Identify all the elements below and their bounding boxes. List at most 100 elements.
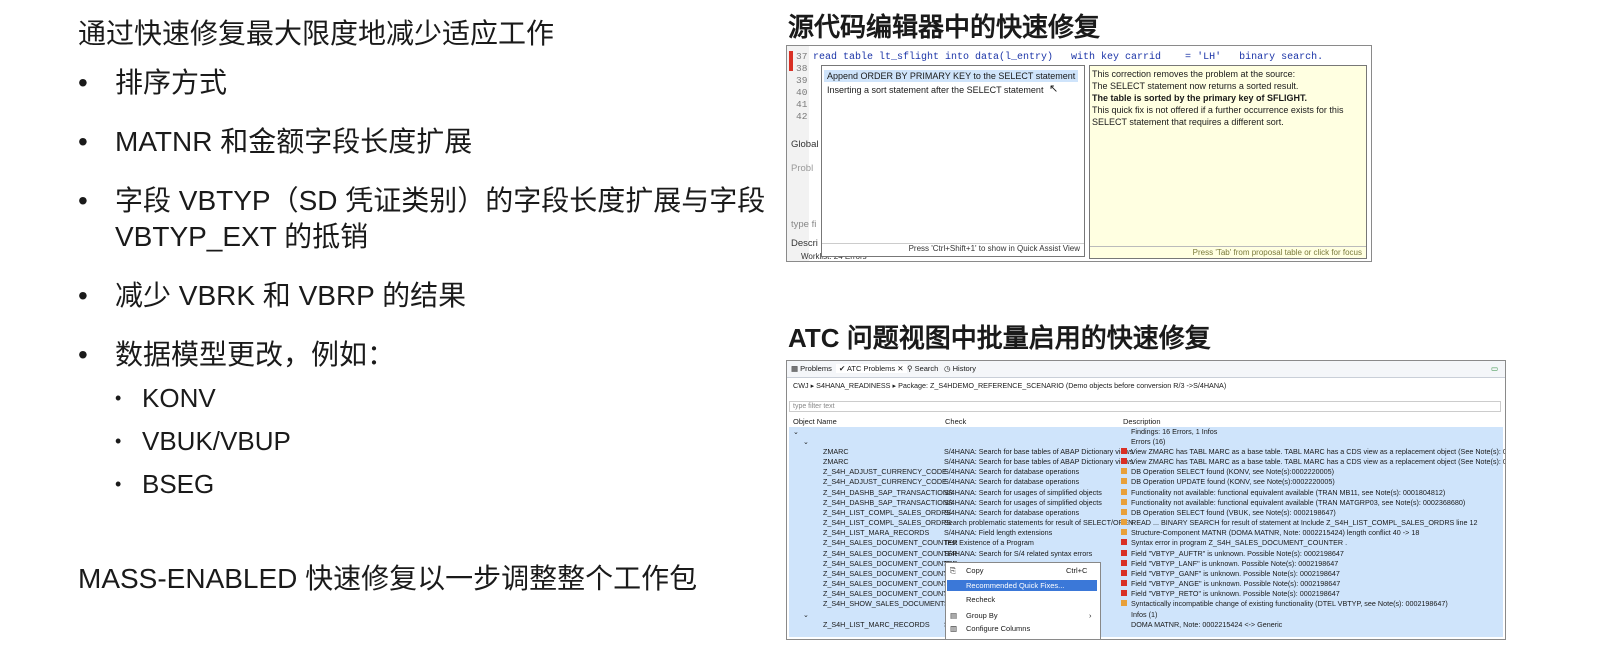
table-row-object[interactable]: Z_S4H_LIST_COMPL_SALES_ORDRS (823, 518, 951, 527)
table-row-check[interactable]: S/4HANA: Search for base tables of ABAP … (944, 457, 1133, 466)
problems-tab[interactable]: Probl (791, 163, 813, 174)
code-line[interactable]: read table lt_sflight into data(l_entry)… (813, 52, 1323, 63)
editor-screenshot: 37 38 39 40 41 42 read table lt_sflight … (786, 45, 1372, 262)
table-row-description[interactable]: Field "VBTYP_ANGE" is unknown. Possible … (1131, 579, 1340, 588)
menu-recommended-quick-fixes[interactable]: Recommended Quick Fixes... (966, 581, 1064, 590)
table-row-description[interactable]: Field "VBTYP_AUFTR" is unknown. Possible… (1131, 549, 1344, 558)
findings-summary: Findings: 16 Errors, 1 Infos (1131, 427, 1218, 436)
context-menu: ⎘ Copy Ctrl+C Recommended Quick Fixes...… (945, 562, 1101, 639)
maximize-icon[interactable]: ▭ (1491, 364, 1498, 373)
table-row-check[interactable]: S/4HANA: Field length extensions (944, 528, 1052, 537)
table-row-object[interactable]: Z_S4H_SALES_DOCUMENT_COUNTER (823, 559, 958, 568)
table-row-description[interactable]: View ZMARC has TABL MARC as a base table… (1131, 457, 1505, 466)
table-row-check[interactable]: S/4HANA: Search for usages of simplified… (944, 488, 1102, 497)
findings-table[interactable]: ⌄ Findings: 16 Errors, 1 Infos ⌄ Errors … (789, 427, 1505, 637)
table-row-object[interactable]: ZMARC (823, 457, 849, 466)
table-row-description[interactable]: DB Operation UPDATE found (KONV, see Not… (1131, 477, 1335, 486)
table-row-description[interactable]: DB Operation SELECT found (KONV, see Not… (1131, 467, 1334, 476)
table-row-description[interactable]: Field "VBTYP_RETO" is unknown. Possible … (1131, 589, 1340, 598)
line-number: 40 (796, 87, 808, 98)
mouse-cursor-icon: ↖ (1049, 83, 1059, 95)
table-row-check[interactable]: S/4HANA: Search for database operations (944, 508, 1079, 517)
info-row-description[interactable]: DOMA MATNR, Note: 0002215424 <-> Generic (1131, 620, 1282, 629)
table-row-description[interactable]: Field "VBTYP_LANF" is unknown. Possible … (1131, 559, 1338, 568)
severity-icon (1121, 590, 1127, 597)
severity-icon (1121, 458, 1127, 465)
table-row-check[interactable]: S/4HANA: Search for database operations (944, 477, 1079, 486)
quick-fix-info-popup: This correction removes the problem at t… (1089, 65, 1367, 259)
table-row-object[interactable]: Z_S4H_ADJUST_CURRENCY_CODE (823, 467, 947, 476)
filter-input[interactable]: type filter text (789, 401, 1501, 412)
tab-history[interactable]: ◷ History (944, 364, 976, 373)
chevron-down-icon[interactable]: ⌄ (803, 437, 809, 446)
bullet-item: 数据模型更改，例如： (78, 337, 778, 373)
info-line: This correction removes the problem at t… (1092, 69, 1296, 79)
bullet-item: 减少 VBRK 和 VBRP 的结果 (78, 278, 778, 314)
table-row-object[interactable]: Z_S4H_ADJUST_CURRENCY_CODE (823, 477, 947, 486)
info-line: The table is sorted by the primary key o… (1092, 93, 1308, 103)
table-row-description[interactable]: Functionality not available: functional … (1131, 498, 1465, 507)
menu-copy[interactable]: Copy (966, 566, 984, 575)
table-row-check[interactable]: Search problematic statements for result… (944, 518, 1133, 527)
table-row-object[interactable]: Z_S4H_SHOW_SALES_DOCUMENT (823, 599, 944, 608)
table-row-description[interactable]: READ ... BINARY SEARCH for result of sta… (1131, 518, 1477, 527)
description-column: Descri (791, 238, 818, 249)
error-marker-icon (789, 51, 793, 71)
severity-icon (1121, 498, 1127, 505)
tab-atc-problems[interactable]: ✔ ATC Problems ✕ (836, 364, 907, 373)
table-row-object[interactable]: Z_S4H_SALES_DOCUMENT_COUNTER (823, 589, 958, 598)
proposal-order-by[interactable]: Append ORDER BY PRIMARY KEY to the SELEC… (824, 70, 1079, 82)
table-row-check[interactable]: S/4HANA: Search for database operations (944, 467, 1079, 476)
table-row-description[interactable]: Syntax error in program Z_S4H_SALES_DOCU… (1131, 538, 1347, 547)
column-object-name[interactable]: Object Name (793, 417, 837, 426)
menu-recheck[interactable]: Recheck (966, 595, 995, 604)
tab-search[interactable]: ⚲ Search (907, 364, 938, 373)
table-row-check[interactable]: S/4HANA: Search for usages of simplified… (944, 498, 1102, 507)
line-number: 38 (796, 63, 808, 74)
editor-heading: 源代码编辑器中的快速修复 (788, 12, 1101, 42)
left-title: 通过快速修复最大限度地减少适应工作 (78, 18, 555, 49)
table-row-description[interactable]: Syntactically incompatible change of exi… (1131, 599, 1448, 608)
info-row-object[interactable]: Z_S4H_LIST_MARC_RECORDS (823, 620, 930, 629)
menu-group-by[interactable]: Group By (966, 611, 998, 620)
infos-group: Infos (1) (1131, 610, 1158, 619)
table-row-object[interactable]: ZMARC (823, 447, 849, 456)
atc-icon: ✔ (839, 364, 847, 373)
info-line: The SELECT statement now returns a sorte… (1092, 81, 1299, 91)
table-row-object[interactable]: Z_S4H_DASHB_SAP_TRANSACTIONS (823, 488, 953, 497)
column-description[interactable]: Description (1123, 417, 1161, 426)
table-row-object[interactable]: Z_S4H_LIST_MARA_RECORDS (823, 528, 929, 537)
table-row-object[interactable]: Z_S4H_DASHB_SAP_TRANSACTIONS (823, 498, 953, 507)
breadcrumb[interactable]: CWJ ▸ S4HANA_READINESS ▸ Package: Z_S4HD… (793, 381, 1226, 390)
table-row-object[interactable]: Z_S4H_LIST_COMPL_SALES_ORDRS (823, 508, 951, 517)
filter-input[interactable]: type fi (791, 219, 816, 230)
bullet-item: 排序方式 (78, 65, 778, 101)
table-row-description[interactable]: View ZMARC has TABL MARC as a base table… (1131, 447, 1505, 456)
chevron-down-icon[interactable]: ⌄ (793, 427, 799, 436)
copy-shortcut: Ctrl+C (1066, 566, 1088, 575)
tab-problems[interactable]: ▦ Problems (791, 364, 832, 373)
table-row-check[interactable]: S/4HANA: Search for S/4 related syntax e… (944, 549, 1092, 558)
table-row-object[interactable]: Z_S4H_SALES_DOCUMENT_COUNTER (823, 549, 958, 558)
table-row-description[interactable]: Field "VBTYP_GANF" is unknown. Possible … (1131, 569, 1340, 578)
menu-configure-columns[interactable]: Configure Columns (966, 624, 1030, 633)
table-row-check[interactable]: Test Existence of a Program (944, 538, 1034, 547)
severity-icon (1121, 600, 1127, 607)
severity-icon (1121, 549, 1127, 556)
severity-icon (1121, 448, 1127, 454)
table-row-object[interactable]: Z_S4H_SALES_DOCUMENT_COUNTER (823, 579, 958, 588)
bullet-list: 排序方式 MATNR 和金额字段长度扩展 字段 VBTYP（SD 凭证类别）的字… (78, 65, 778, 510)
table-row-description[interactable]: Functionality not available: functional … (1131, 488, 1445, 497)
chevron-down-icon[interactable]: ⌄ (803, 610, 809, 619)
errors-group: Errors (16) (1131, 437, 1166, 446)
table-row-description[interactable]: DB Operation SELECT found (VBUK, see Not… (1131, 508, 1336, 517)
column-check[interactable]: Check (945, 417, 966, 426)
table-row-object[interactable]: Z_S4H_SALES_DOCUMENT_COUNTER (823, 538, 958, 547)
columns-icon: ▥ (950, 624, 958, 633)
table-row-check[interactable]: S/4HANA: Search for base tables of ABAP … (944, 447, 1133, 456)
severity-icon (1121, 468, 1127, 475)
table-row-description[interactable]: Structure-Component MATNR (DOMA MATNR, N… (1131, 528, 1419, 537)
info-line: This quick fix is not offered if a furth… (1092, 105, 1344, 115)
table-row-object[interactable]: Z_S4H_SALES_DOCUMENT_COUNTER (823, 569, 958, 578)
proposal-sort-statement[interactable]: Inserting a sort statement after the SEL… (824, 84, 1046, 96)
